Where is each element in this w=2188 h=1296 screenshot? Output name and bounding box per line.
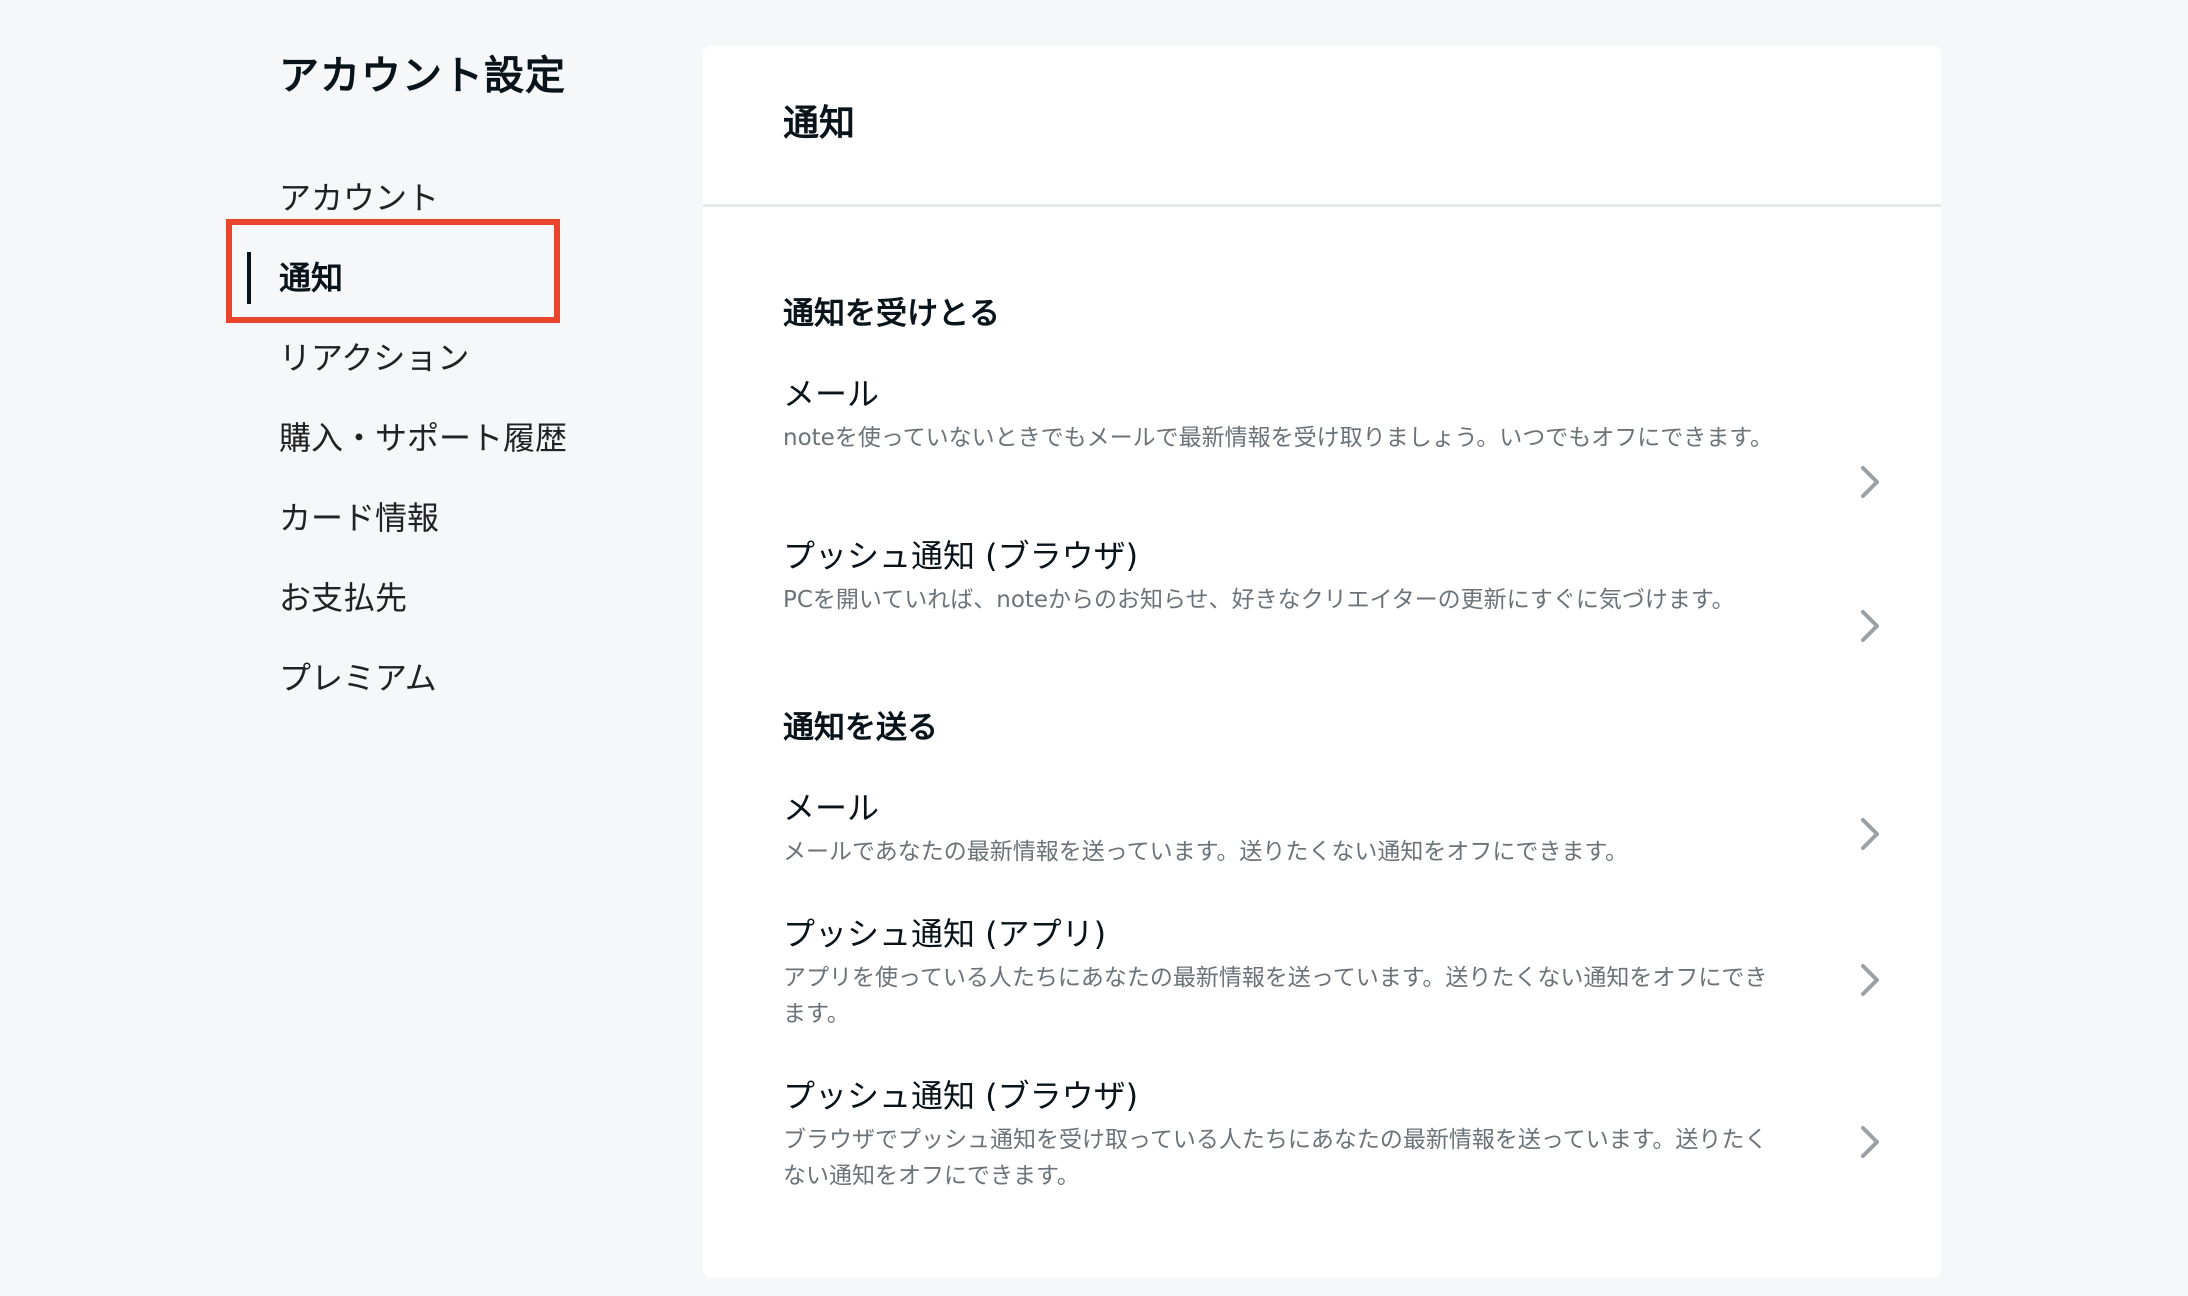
setting-description: メールであなたの最新情報を送っています。送りたくない通知をオフにできます。 [783, 839, 1629, 865]
setting-title: プッシュ通知 (ブラウザ) [783, 1077, 1139, 1115]
sidebar-item-purchase-history[interactable]: 購入・サポート履歴 [279, 398, 639, 478]
chevron-right-icon [1855, 960, 1883, 1000]
sidebar-item-reactions[interactable]: リアクション [279, 318, 639, 398]
sidebar-title: アカウント設定 [279, 53, 566, 99]
setting-title: メール [783, 789, 880, 827]
settings-sidebar: アカウント設定 アカウント 通知 リアクション 購入・サポート履歴 カード情報 … [247, 40, 639, 697]
sidebar-item-premium[interactable]: プレミアム [279, 638, 639, 718]
setting-row-send-app-push[interactable]: プッシュ通知 (アプリ) アプリを使っている人たちにあなたの最新情報を送っていま… [783, 910, 1883, 1032]
setting-description: ブラウザでプッシュ通知を受け取っている人たちにあなたの最新情報を送っています。送… [783, 1127, 1768, 1189]
chevron-right-icon [1855, 1122, 1883, 1162]
setting-title: プッシュ通知 (アプリ) [783, 915, 1107, 953]
setting-description: noteを使っていないときでもメールで最新情報を受け取りましょう。いつでもオフに… [783, 425, 1773, 451]
sidebar-item-payee[interactable]: お支払先 [279, 558, 639, 638]
section-heading-send: 通知を送る [783, 710, 938, 746]
setting-row-send-browser-push[interactable]: プッシュ通知 (ブラウザ) ブラウザでプッシュ通知を受け取っている人たちにあなた… [783, 1072, 1883, 1194]
chevron-right-icon [1855, 814, 1883, 854]
section-heading-receive: 通知を受けとる [783, 296, 1000, 332]
chevron-right-icon [1855, 462, 1883, 502]
setting-title: メール [783, 375, 880, 413]
chevron-right-icon [1855, 606, 1883, 646]
page-title: 通知 [783, 103, 856, 144]
card-header: 通知 [703, 46, 1941, 207]
setting-row-receive-browser-push[interactable]: プッシュ通知 (ブラウザ) PCを開いていれば、noteからのお知らせ、好きなク… [783, 532, 1883, 642]
highlight-annotation-box [226, 219, 560, 323]
setting-description: PCを開いていれば、noteからのお知らせ、好きなクリエイターの更新にすぐに気づ… [783, 587, 1735, 613]
setting-title: プッシュ通知 (ブラウザ) [783, 537, 1139, 575]
setting-row-send-email[interactable]: メール メールであなたの最新情報を送っています。送りたくない通知をオフにできます… [783, 784, 1883, 870]
sidebar-item-card-info[interactable]: カード情報 [279, 478, 639, 558]
notification-settings-card: 通知 通知を受けとる メール noteを使っていないときでもメールで最新情報を受… [703, 46, 1941, 1278]
setting-description: アプリを使っている人たちにあなたの最新情報を送っています。送りたくない通知をオフ… [783, 965, 1768, 1027]
setting-row-receive-email[interactable]: メール noteを使っていないときでもメールで最新情報を受け取りましょう。いつで… [783, 370, 1883, 498]
settings-page: アカウント設定 アカウント 通知 リアクション 購入・サポート履歴 カード情報 … [0, 0, 2188, 1296]
